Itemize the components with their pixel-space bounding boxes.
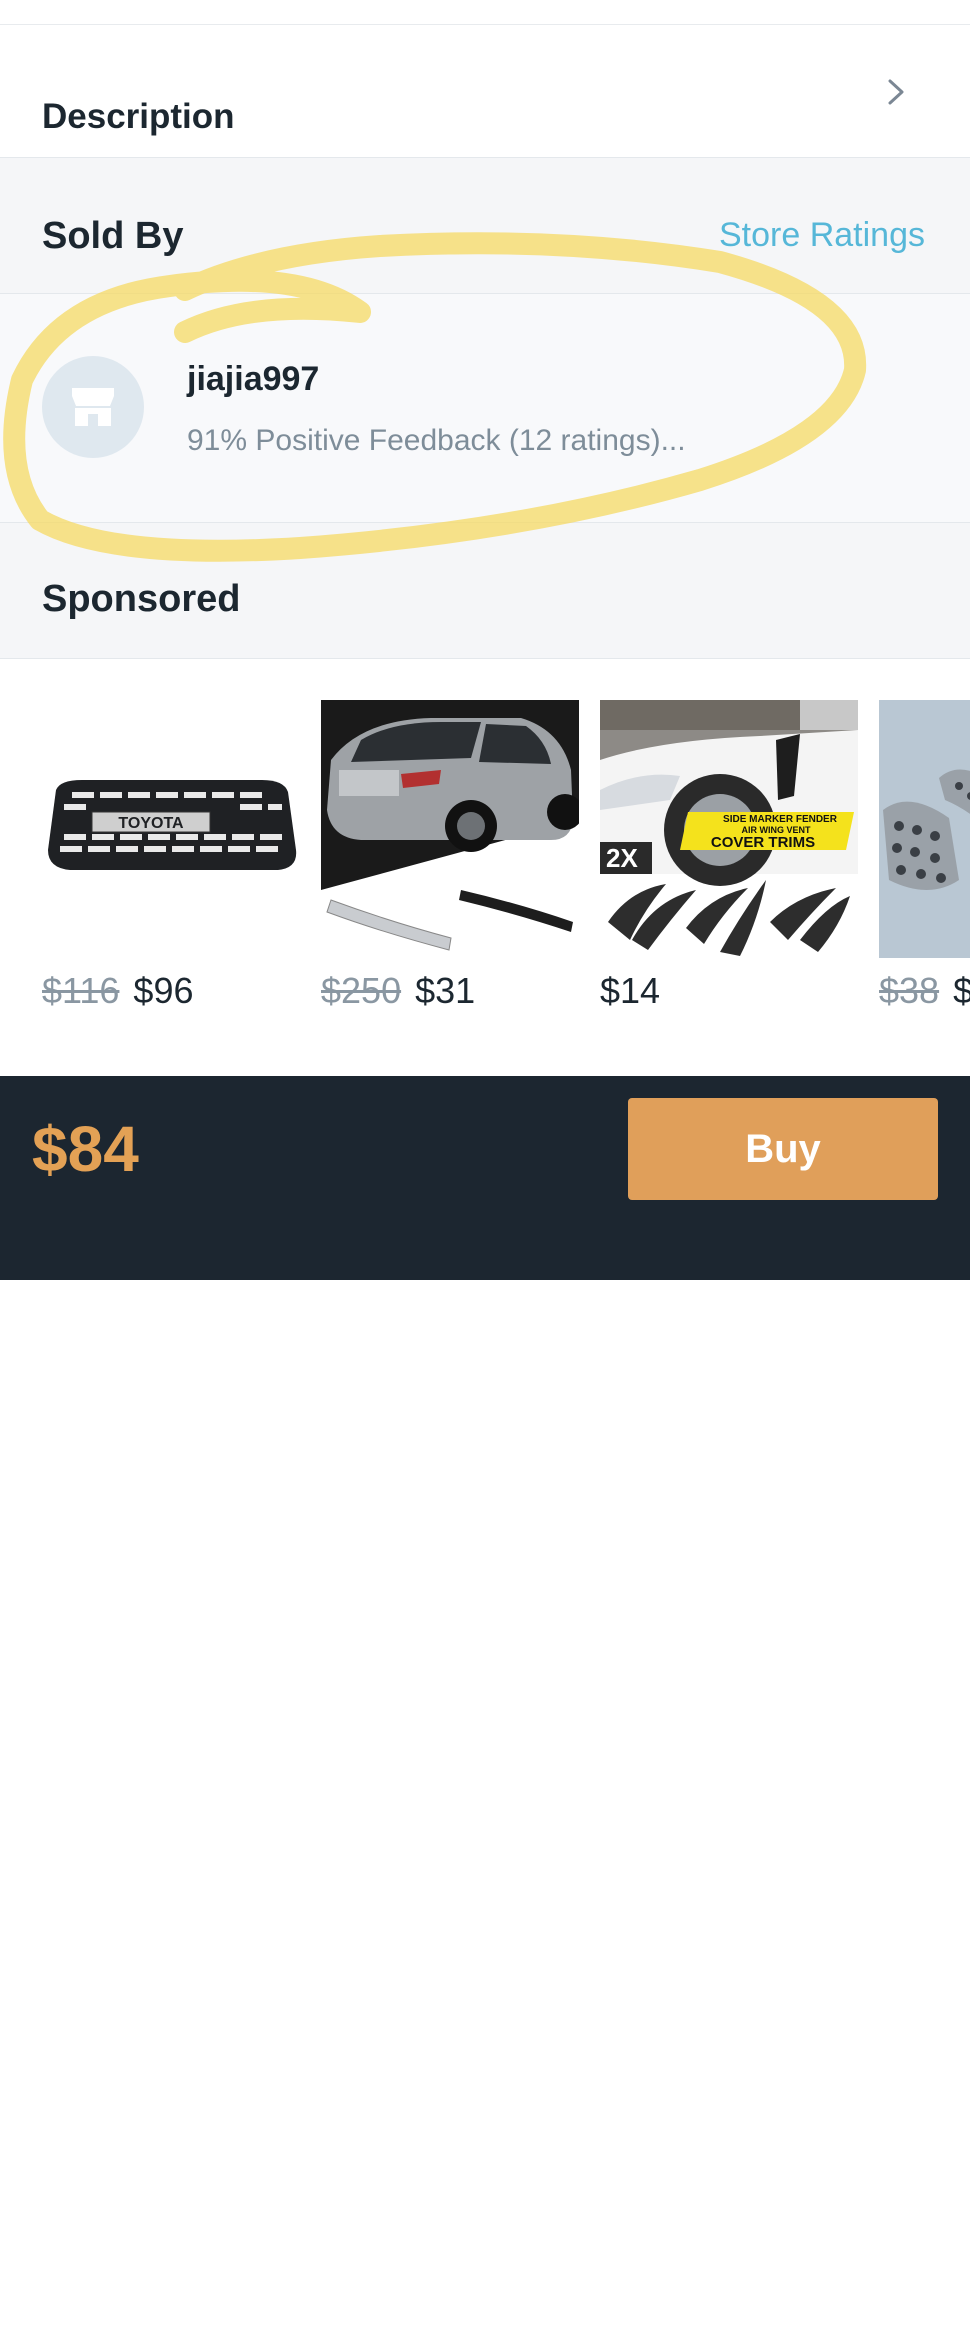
- product-image-fender-vents: SIDE MARKER FENDER AIR WING VENT COVER T…: [600, 700, 858, 958]
- banner-line-1: SIDE MARKER FENDER: [723, 814, 838, 825]
- chevron-right-icon: [888, 79, 904, 105]
- seller-row[interactable]: jiajia997 91% Positive Feedback (12 rati…: [0, 294, 970, 523]
- home-indicator[interactable]: [312, 2322, 658, 2336]
- banner-line-3: COVER TRIMS: [711, 834, 815, 851]
- product-current-price: $96: [133, 970, 194, 1011]
- product-card[interactable]: SIDE MARKER FENDER AIR WING VENT COVER T…: [600, 700, 858, 1011]
- seller-feedback: 91% Positive Feedback (12 ratings)...: [187, 424, 686, 457]
- total-price: $84: [32, 1113, 139, 1185]
- product-image-grille: TOYOTA: [42, 700, 300, 958]
- sold-by-title: Sold By: [42, 215, 184, 257]
- overlay-count: 2X: [606, 843, 638, 873]
- product-card[interactable]: TOYOTA $116 $96: [42, 700, 300, 1011]
- product-old-price: $38: [879, 970, 940, 1011]
- product-card[interactable]: $38 $: [879, 700, 970, 1011]
- sponsored-title: Sponsored: [42, 578, 241, 620]
- product-old-price: $250: [321, 970, 402, 1011]
- product-price: $14: [600, 970, 660, 1012]
- description-label: Description: [42, 97, 235, 136]
- top-strip: [0, 0, 970, 25]
- sponsored-header: Sponsored: [0, 523, 970, 659]
- store-icon: [72, 388, 114, 426]
- product-price: $38 $: [879, 970, 970, 1012]
- buy-button[interactable]: Buy: [628, 1098, 938, 1200]
- product-card[interactable]: $250 $31: [321, 700, 579, 1011]
- sponsored-carousel[interactable]: TOYOTA $116 $96 $250 $31 SIDE MARKER FEN…: [0, 659, 970, 1075]
- product-current-price: $: [953, 970, 970, 1011]
- purchase-bar: $84 Buy: [0, 1076, 970, 2336]
- sold-by-header: Sold By Store Ratings: [0, 158, 970, 294]
- store-ratings-link[interactable]: Store Ratings: [719, 216, 925, 255]
- seller-avatar: [42, 356, 144, 458]
- product-image-suv: [321, 700, 579, 958]
- product-image-pedals: [879, 700, 970, 958]
- grille-brand-text: TOYOTA: [118, 815, 184, 832]
- product-current-price: $31: [415, 970, 476, 1011]
- product-price: $250 $31: [321, 970, 475, 1012]
- product-old-price: $116: [42, 970, 120, 1011]
- description-row[interactable]: Description: [0, 25, 970, 158]
- seller-name: jiajia997: [187, 360, 320, 398]
- product-current-price: $14: [600, 970, 661, 1011]
- product-price: $116 $96: [42, 970, 194, 1012]
